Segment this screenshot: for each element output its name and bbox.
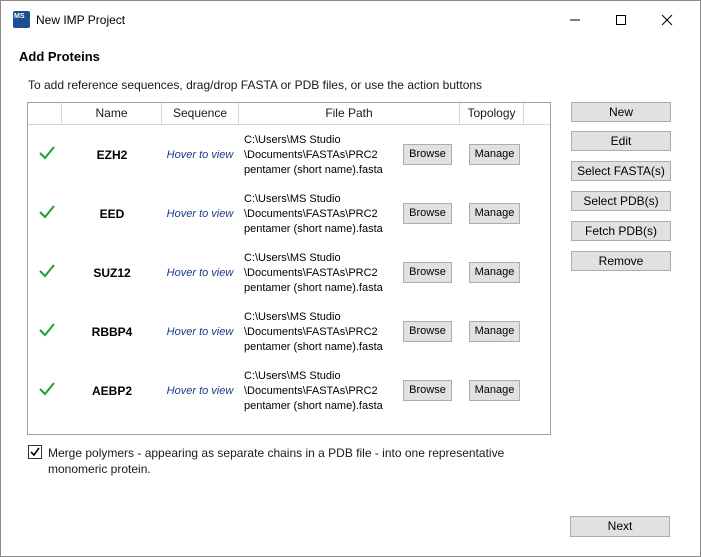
close-icon	[661, 14, 673, 26]
sequence-hover[interactable]: Hover to view	[162, 326, 238, 338]
protein-name: EED	[99, 207, 125, 221]
browse-button[interactable]: Browse	[403, 262, 452, 283]
file-path: C:\Users\MS Studio \Documents\FASTAs\PRC2…	[244, 310, 394, 355]
browse-button[interactable]: Browse	[403, 203, 452, 224]
file-path-line: C:\Users\MS Studio	[244, 252, 341, 264]
protein-grid[interactable]: Name Sequence File Path Topology EZH2 Ho…	[27, 102, 551, 435]
file-path: C:\Users\MS Studio \Documents\FASTAs\PRC2…	[244, 369, 394, 414]
window-title: New IMP Project	[36, 13, 126, 27]
edit-button[interactable]: Edit	[571, 131, 671, 151]
valid-check-icon	[39, 382, 55, 396]
file-path-line: \Documents\FASTAs\PRC2	[244, 385, 378, 397]
manage-topology-button[interactable]: Manage	[469, 321, 520, 342]
minimize-button[interactable]	[552, 1, 598, 39]
protein-name: SUZ12	[93, 266, 131, 280]
file-path-line: pentamer (short name).fasta	[244, 282, 383, 294]
next-button[interactable]: Next	[570, 516, 670, 537]
valid-check-icon	[39, 264, 55, 278]
table-row[interactable]: SUZ12 Hover to view C:\Users\MS Studio \D…	[28, 244, 550, 303]
grid-header: Name Sequence File Path Topology	[28, 103, 550, 125]
file-path: C:\Users\MS Studio \Documents\FASTAs\PRC2…	[244, 192, 394, 237]
close-button[interactable]	[644, 1, 690, 39]
file-path-line: \Documents\FASTAs\PRC2	[244, 149, 378, 161]
select-pdb-button[interactable]: Select PDB(s)	[571, 191, 671, 211]
file-path-line: pentamer (short name).fasta	[244, 400, 383, 412]
protein-name: AEBP2	[91, 384, 132, 398]
file-path-line: \Documents\FASTAs\PRC2	[244, 326, 378, 338]
minimize-icon	[570, 19, 580, 21]
file-path-line: C:\Users\MS Studio	[244, 134, 341, 146]
sequence-hover[interactable]: Hover to view	[162, 267, 238, 279]
valid-check-icon	[39, 323, 55, 337]
file-path-line: \Documents\FASTAs\PRC2	[244, 267, 378, 279]
new-imp-project-window: New IMP Project Add Proteins To add refe…	[0, 0, 701, 557]
table-row[interactable]: AEBP2 Hover to view C:\Users\MS Studio \D…	[28, 362, 550, 421]
manage-topology-button[interactable]: Manage	[469, 203, 520, 224]
sequence-hover[interactable]: Hover to view	[162, 385, 238, 397]
file-path-line: C:\Users\MS Studio	[244, 311, 341, 323]
sequence-hover[interactable]: Hover to view	[162, 208, 238, 220]
title-bar[interactable]: New IMP Project	[1, 1, 700, 39]
manage-topology-button[interactable]: Manage	[469, 144, 520, 165]
header-topology[interactable]: Topology	[460, 103, 524, 125]
protein-name: EZH2	[96, 148, 128, 162]
remove-button[interactable]: Remove	[571, 251, 671, 271]
file-path-line: C:\Users\MS Studio	[244, 370, 341, 382]
header-file-path[interactable]: File Path	[239, 103, 460, 125]
merge-polymers-checkbox[interactable]	[28, 445, 42, 459]
header-name[interactable]: Name	[62, 103, 162, 125]
file-path: C:\Users\MS Studio \Documents\FASTAs\PRC2…	[244, 133, 394, 178]
file-path-line: pentamer (short name).fasta	[244, 164, 383, 176]
file-path: C:\Users\MS Studio \Documents\FASTAs\PRC2…	[244, 251, 394, 296]
merge-polymers-label[interactable]: Merge polymers - appearing as separate c…	[48, 445, 518, 477]
file-path-line: pentamer (short name).fasta	[244, 341, 383, 353]
protein-name: RBBP4	[91, 325, 133, 339]
file-path-line: \Documents\FASTAs\PRC2	[244, 208, 378, 220]
new-button[interactable]: New	[571, 102, 671, 122]
table-row[interactable]: RBBP4 Hover to view C:\Users\MS Studio \D…	[28, 303, 550, 362]
browse-button[interactable]: Browse	[403, 321, 452, 342]
app-icon	[13, 11, 30, 28]
browse-button[interactable]: Browse	[403, 144, 452, 165]
manage-topology-button[interactable]: Manage	[469, 262, 520, 283]
table-row[interactable]: EZH2 Hover to view C:\Users\MS Studio \Do…	[28, 126, 550, 185]
fetch-pdb-button[interactable]: Fetch PDB(s)	[571, 221, 671, 241]
instructions-text: To add reference sequences, drag/drop FA…	[28, 78, 483, 92]
merge-label-line: monomeric protein.	[48, 462, 151, 476]
checkmark-icon	[30, 447, 40, 457]
merge-label-line: Merge polymers - appearing as separate c…	[48, 446, 505, 460]
page-heading: Add Proteins	[19, 49, 100, 64]
header-sequence[interactable]: Sequence	[162, 103, 239, 125]
valid-check-icon	[39, 205, 55, 219]
file-path-line: C:\Users\MS Studio	[244, 193, 341, 205]
maximize-button[interactable]	[598, 1, 644, 39]
header-status	[28, 103, 62, 125]
sequence-hover[interactable]: Hover to view	[162, 149, 238, 161]
file-path-line: pentamer (short name).fasta	[244, 223, 383, 235]
table-row[interactable]: EED Hover to view C:\Users\MS Studio \Doc…	[28, 185, 550, 244]
maximize-icon	[616, 15, 626, 25]
manage-topology-button[interactable]: Manage	[469, 380, 520, 401]
valid-check-icon	[39, 146, 55, 160]
browse-button[interactable]: Browse	[403, 380, 452, 401]
select-fasta-button[interactable]: Select FASTA(s)	[571, 161, 671, 181]
